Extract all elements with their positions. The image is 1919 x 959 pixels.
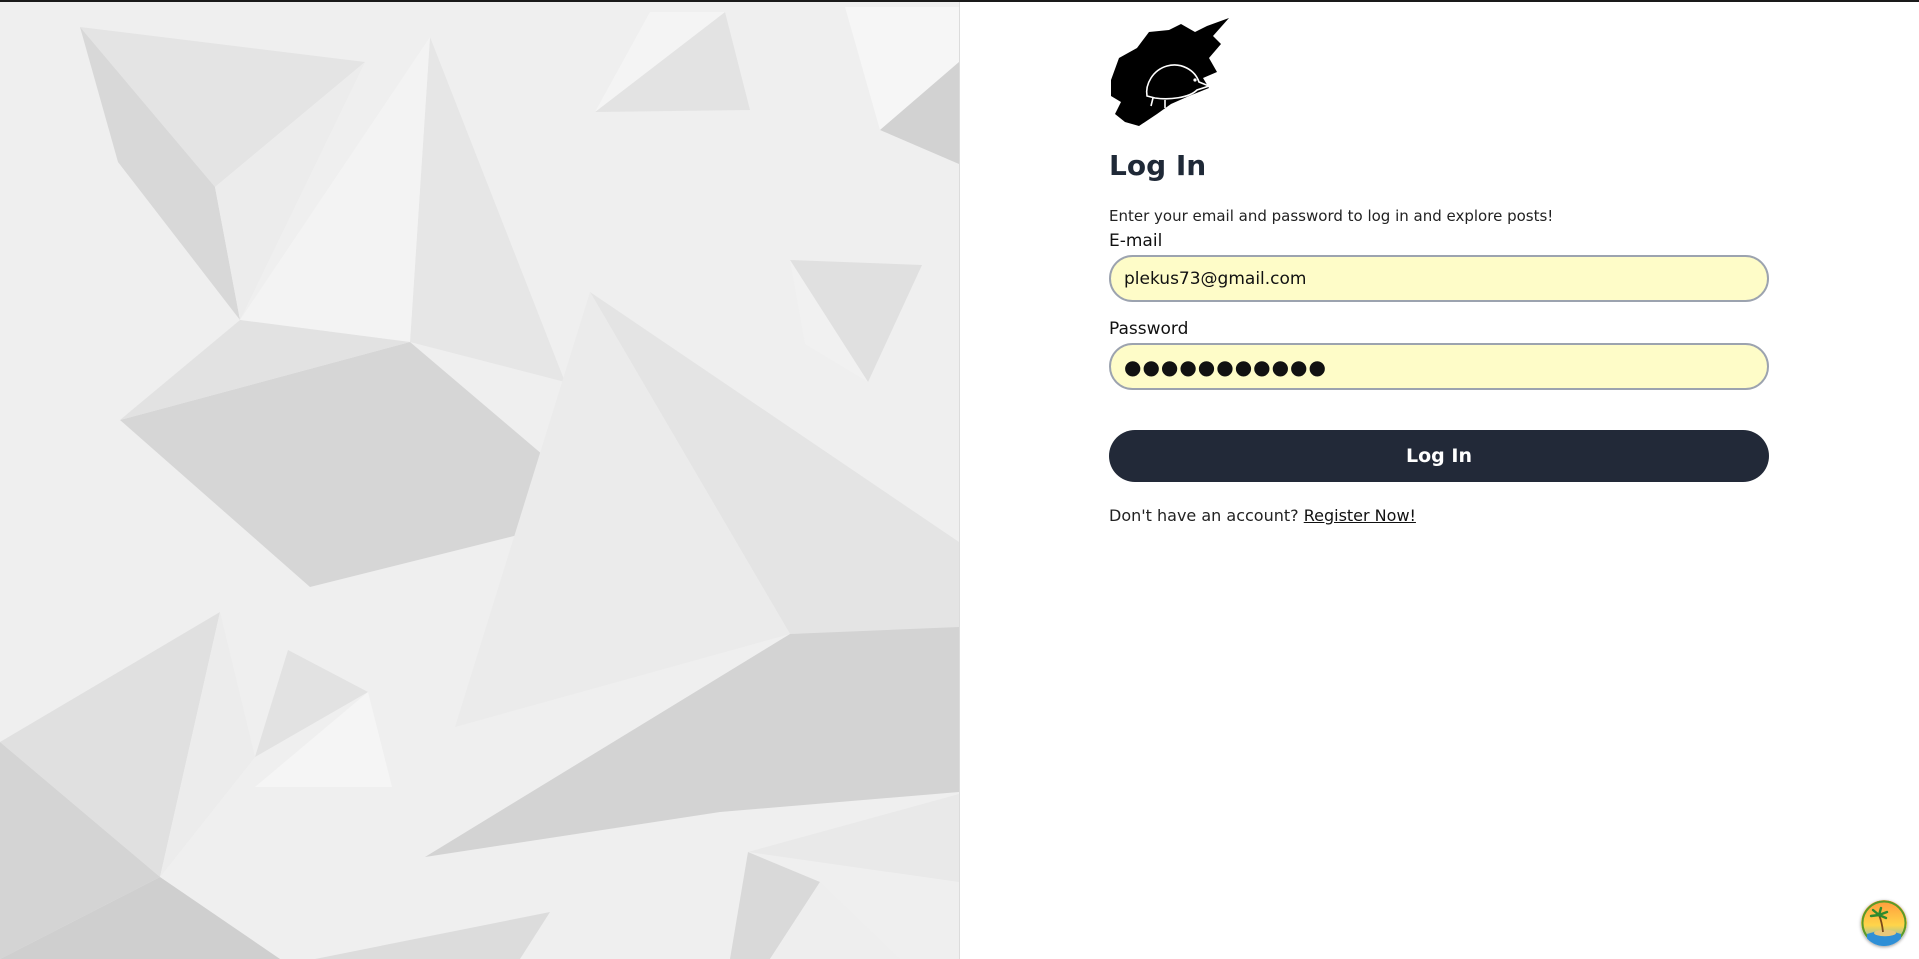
island-badge-icon[interactable]: [1861, 900, 1907, 946]
email-field[interactable]: [1109, 255, 1769, 302]
email-label: E-mail: [1109, 231, 1163, 251]
background-artwork: [0, 2, 959, 959]
page-subtitle: Enter your email and password to log in …: [1109, 207, 1554, 225]
login-form: Log In Enter your email and password to …: [1109, 18, 1769, 525]
password-label: Password: [1109, 319, 1189, 339]
login-button[interactable]: Log In: [1109, 430, 1769, 482]
page-title: Log In: [1109, 149, 1207, 182]
register-prompt-text: Don't have an account?: [1109, 506, 1299, 525]
login-panel: Log In Enter your email and password to …: [959, 2, 1919, 959]
register-link[interactable]: Register Now!: [1304, 506, 1416, 525]
register-prompt-row: Don't have an account? Register Now!: [1109, 506, 1769, 525]
password-field[interactable]: [1109, 343, 1769, 390]
hedgehog-logo-icon: [1111, 18, 1229, 126]
geometric-shapes: [0, 2, 959, 959]
